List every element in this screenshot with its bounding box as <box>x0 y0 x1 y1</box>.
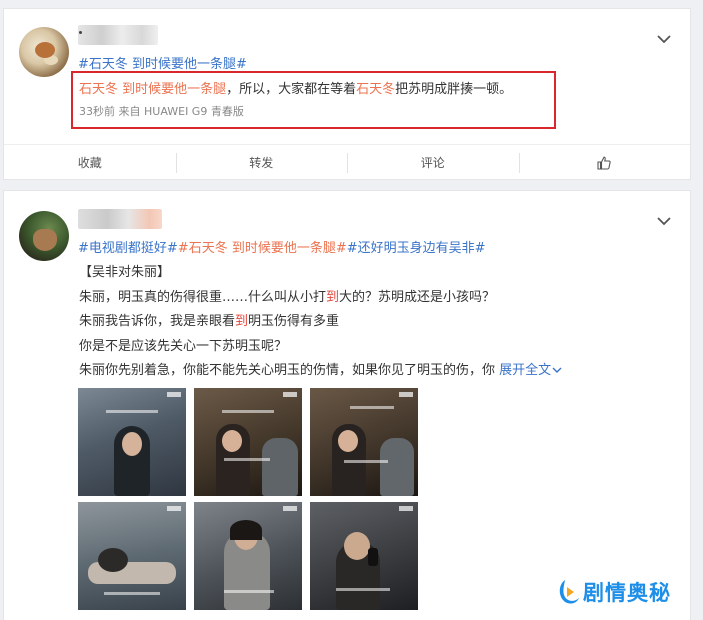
highlight-char: 到 <box>326 289 340 305</box>
like-button[interactable] <box>518 145 691 180</box>
text-part: 朱丽你先别着急，你能不能先关心明玉的伤情，如果你见了明玉的伤，你 <box>79 363 496 378</box>
text-part: 朱丽，明玉真的伤得很重……什么叫从小打 <box>79 289 327 305</box>
image-grid <box>78 388 418 620</box>
text-part: 朱丽我告诉你，我是亲眼看 <box>79 314 236 329</box>
post-text-part: 把苏明成胖揍一顿。 <box>395 82 513 97</box>
blurred-username[interactable] <box>78 25 158 45</box>
post-line: 你是不是应该先关心一下苏明玉呢？ <box>79 338 288 354</box>
avatar[interactable] <box>19 211 69 261</box>
comment-button[interactable]: 评论 <box>347 145 519 180</box>
topic-tag-link[interactable]: #石天冬 到时候要他一条腿# <box>78 53 247 72</box>
chevron-down-icon[interactable] <box>656 213 672 229</box>
name-dot <box>79 31 82 34</box>
topic-tags: #电视剧都挺好##石天冬 到时候要他一条腿##还好明玉身边有吴非# <box>78 237 486 256</box>
expand-link[interactable]: 展开全文 <box>499 363 562 378</box>
post-text: 石天冬 到时候要他一条腿，所以，大家都在等着石天冬把苏明成胖揍一顿。 <box>79 78 512 97</box>
post-text-part: ，所以，大家都在等着 <box>226 82 357 97</box>
topic-tag-link[interactable]: #电视剧都挺好# <box>78 241 178 256</box>
image-thumbnail[interactable] <box>194 388 302 496</box>
repost-label: 转发 <box>249 156 274 170</box>
post-meta: 33秒前 来自 HUAWEI G9 青春版 <box>79 105 244 118</box>
image-thumbnail[interactable] <box>78 502 186 610</box>
post-line: 朱丽，明玉真的伤得很重……什么叫从小打到大的？苏明成还是小孩吗？ <box>79 286 562 311</box>
highlight-char: 到 <box>235 314 249 329</box>
watermark: 剧情奥秘 <box>557 574 683 610</box>
post-line: 朱丽我告诉你，我是亲眼看到明玉伤得有多重 <box>79 310 562 335</box>
image-thumbnail[interactable] <box>194 502 302 610</box>
topic-tag-link[interactable]: #还好明玉身边有吴非# <box>347 241 486 256</box>
topic-tag-link[interactable]: #石天冬 到时候要他一条腿# <box>178 241 347 256</box>
play-logo-icon <box>559 580 579 604</box>
thumbs-up-icon <box>597 156 611 170</box>
image-thumbnail[interactable] <box>310 388 418 496</box>
action-bar: 收藏 转发 评论 <box>4 144 690 180</box>
favorite-label: 收藏 <box>77 156 102 170</box>
expand-label: 展开全文 <box>499 363 552 378</box>
blurred-username[interactable] <box>78 209 162 229</box>
chevron-down-icon[interactable] <box>656 31 672 47</box>
weibo-post-card-2: #电视剧都挺好##石天冬 到时候要他一条腿##还好明玉身边有吴非# 【吴非对朱丽… <box>3 190 691 620</box>
text-part: 明玉伤得有多重 <box>248 314 340 329</box>
favorite-button[interactable]: 收藏 <box>4 145 176 180</box>
chevron-down-icon <box>552 367 562 373</box>
weibo-post-card-1: #石天冬 到时候要他一条腿# 石天冬 到时候要他一条腿，所以，大家都在等着石天冬… <box>3 8 691 180</box>
avatar[interactable] <box>19 27 69 77</box>
topic-link[interactable]: 石天冬 到时候要他一条腿 <box>79 82 226 97</box>
repost-button[interactable]: 转发 <box>175 145 348 180</box>
comment-label: 评论 <box>420 156 445 170</box>
post-line: 【吴非对朱丽】 <box>79 265 171 280</box>
post-body: 【吴非对朱丽】 朱丽，明玉真的伤得很重……什么叫从小打到大的？苏明成还是小孩吗？… <box>79 261 562 384</box>
image-thumbnail[interactable] <box>310 502 418 610</box>
topic-link[interactable]: 石天冬 <box>356 82 395 97</box>
image-thumbnail[interactable] <box>78 388 186 496</box>
post-line: 朱丽你先别着急，你能不能先关心明玉的伤情，如果你见了明玉的伤，你 展开全文 <box>79 359 562 384</box>
text-part: 大的？苏明成还是小孩吗？ <box>339 289 496 305</box>
watermark-text: 剧情奥秘 <box>583 581 671 605</box>
